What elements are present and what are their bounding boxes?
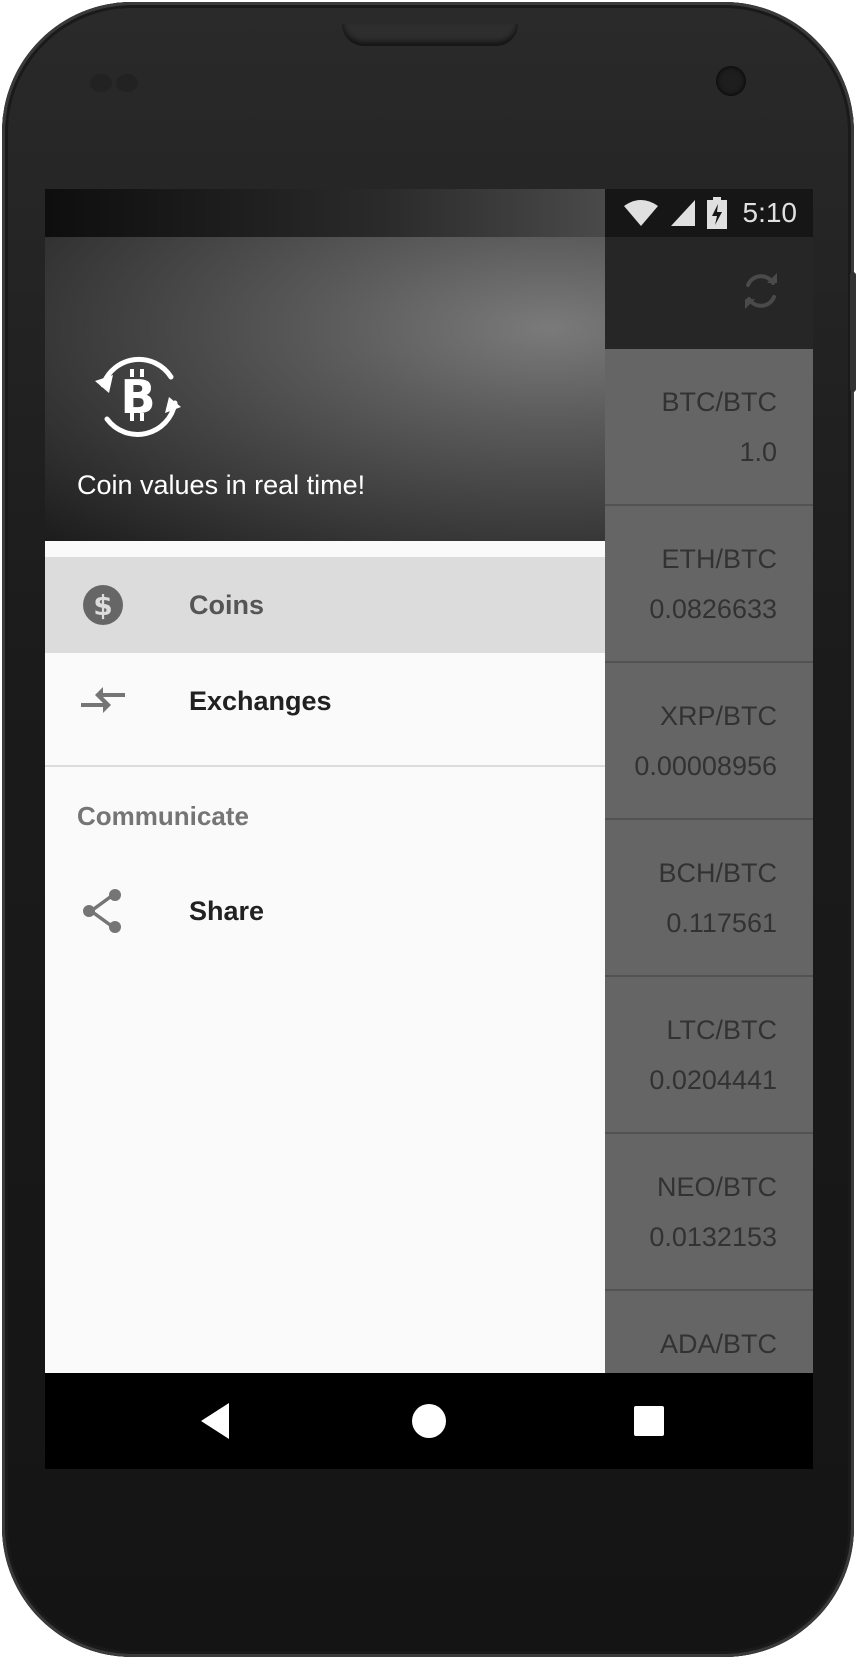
nav-item-coins[interactable]: $ Coins [45, 557, 605, 653]
nav-item-label: Exchanges [189, 685, 332, 716]
phone-device-frame: 5:10 BTC/BTC 1.0 ETH/BTC 0.0826633 XRP/B… [2, 2, 856, 1657]
power-button [850, 272, 856, 392]
dollar-circle-icon: $ [83, 585, 123, 625]
earpiece-speaker [342, 24, 518, 46]
nav-item-label: Coins [189, 589, 265, 620]
navigation-drawer: B Coin values in real time! $ Coins Exch… [45, 189, 605, 1373]
back-icon[interactable] [193, 1397, 241, 1445]
drawer-status-bar-overlay [45, 189, 605, 237]
nav-item-exchanges[interactable]: Exchanges [45, 653, 605, 749]
recents-icon[interactable] [625, 1397, 673, 1445]
device-screen: 5:10 BTC/BTC 1.0 ETH/BTC 0.0826633 XRP/B… [45, 189, 813, 1469]
home-icon[interactable] [405, 1397, 453, 1445]
drawer-divider [45, 765, 605, 767]
system-navigation-bar [45, 1373, 813, 1469]
drawer-subtitle: Coin values in real time! [77, 470, 366, 500]
bitcoin-exchange-icon: B [95, 356, 181, 437]
drawer-header: B Coin values in real time! [45, 237, 605, 541]
front-camera [716, 66, 746, 96]
svg-text:B: B [120, 370, 155, 424]
light-sensor [116, 74, 138, 92]
compare-arrows-icon [81, 687, 125, 713]
section-title: Communicate [77, 801, 249, 831]
svg-text:$: $ [93, 589, 112, 622]
nav-item-label: Share [189, 895, 265, 926]
nav-item-share[interactable]: Share [45, 863, 605, 959]
share-icon [83, 889, 121, 933]
proximity-sensor [90, 74, 112, 92]
